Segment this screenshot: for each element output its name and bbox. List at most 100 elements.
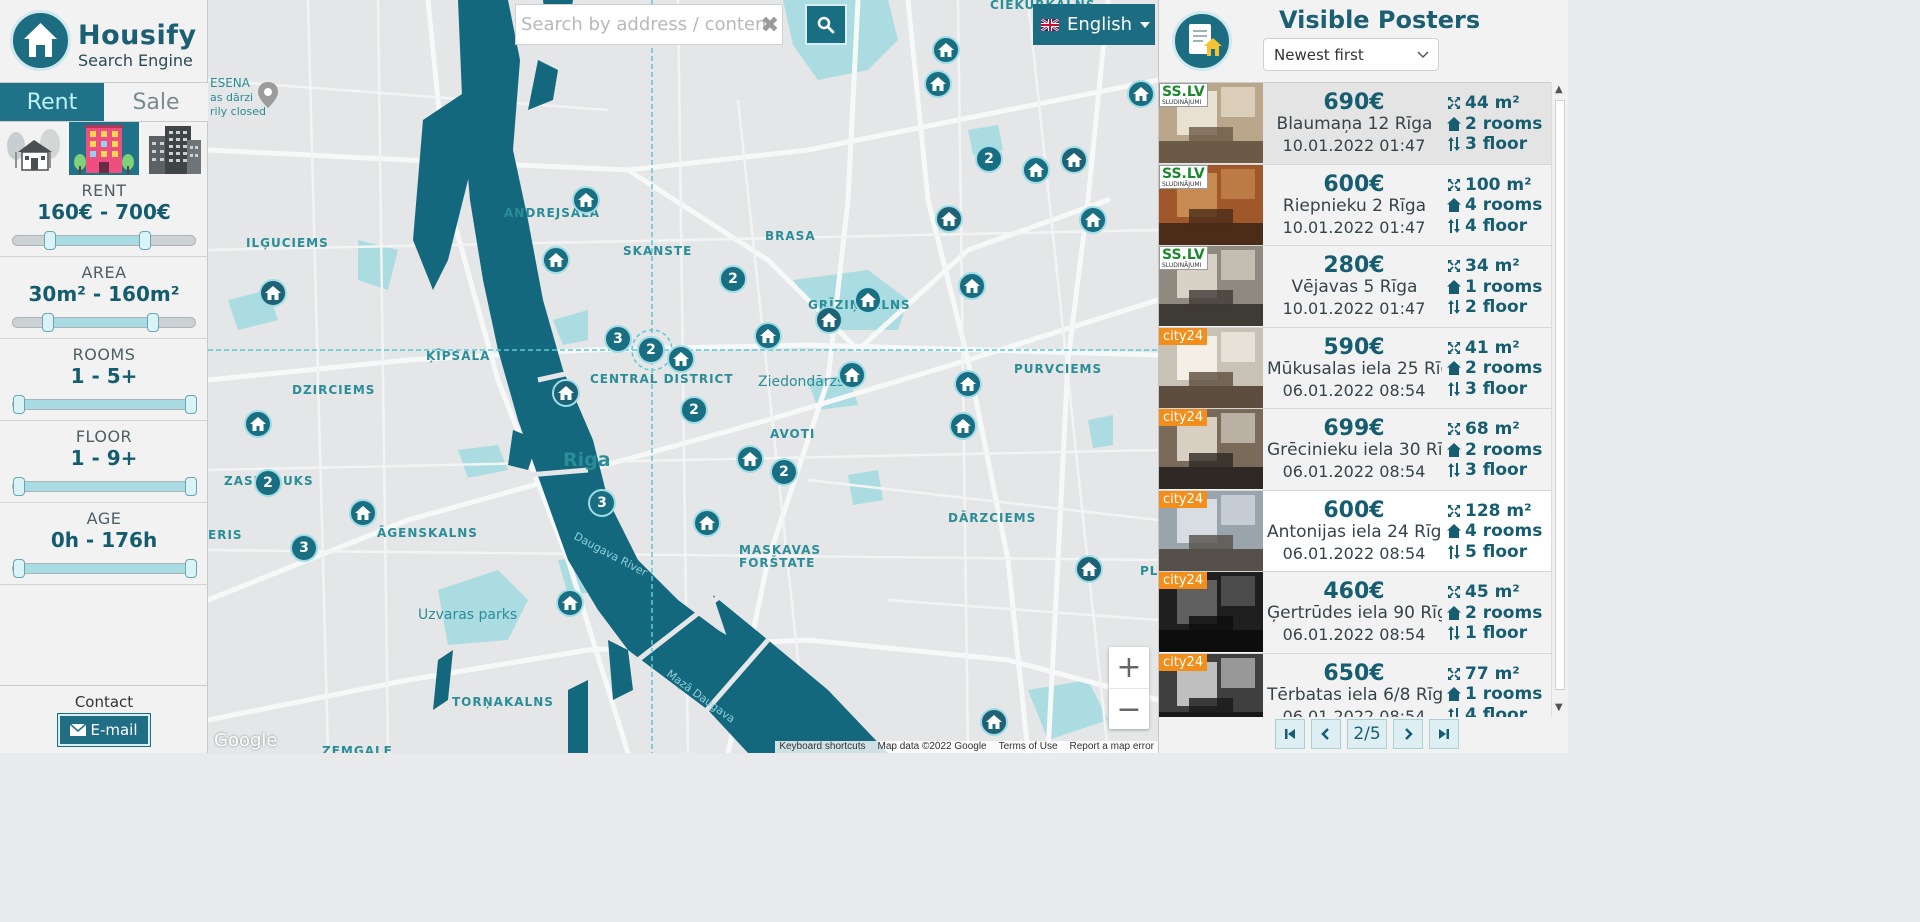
house-logo-icon[interactable] [10, 10, 71, 71]
sort-dropdown[interactable]: Newest first [1263, 38, 1439, 71]
poster-list-scrollbar[interactable]: ▲ ▼ [1551, 82, 1568, 717]
poster-photo[interactable]: city24 [1159, 572, 1263, 652]
tab-rent[interactable]: Rent [0, 83, 104, 121]
report-map-error-link[interactable]: Report a map error [1070, 741, 1154, 753]
search-input[interactable] [516, 5, 766, 44]
rent-range-slider[interactable] [12, 231, 196, 250]
poster-list-item[interactable]: city24 590€ Mūkusalas iela 25 Rīga 06.01… [1159, 327, 1551, 409]
slider-min-handle[interactable] [13, 559, 25, 578]
google-logo[interactable]: Google [214, 730, 277, 751]
age-range-slider[interactable] [12, 559, 197, 578]
poster-address: Blaumaņa 12 Rīga [1276, 114, 1433, 134]
zoom-out-button[interactable]: − [1109, 688, 1149, 729]
poster-photo[interactable]: SS.LV SLUDINĀJUMI [1159, 83, 1263, 163]
rooms-range-slider[interactable] [12, 395, 197, 414]
first-page-button[interactable] [1275, 719, 1305, 749]
listing-marker-house-icon[interactable] [980, 708, 1008, 736]
listing-marker-house-icon[interactable] [954, 370, 982, 398]
tab-sale[interactable]: Sale [104, 83, 208, 121]
listing-marker-house-icon[interactable] [244, 410, 272, 438]
slider-max-handle[interactable] [147, 313, 160, 332]
area-range-slider[interactable] [12, 313, 196, 332]
property-type-office[interactable] [139, 122, 208, 175]
map-view[interactable]: ANDREJSALA SKANSTE BRASA ILĢUCIEMS GRĪZI… [208, 0, 1158, 753]
property-type-house[interactable] [0, 122, 69, 175]
listing-marker-house-icon[interactable] [259, 279, 287, 307]
poster-rooms-value: 4 rooms [1465, 521, 1543, 542]
filter-age-label: AGE [86, 509, 122, 528]
property-type-apartment[interactable] [69, 122, 139, 175]
clear-search-icon[interactable]: ✖ [758, 5, 782, 45]
listing-marker-house-icon[interactable] [552, 379, 580, 407]
poster-price: 600€ [1323, 171, 1385, 197]
zoom-in-button[interactable]: + [1109, 647, 1149, 688]
slider-max-handle[interactable] [185, 559, 197, 578]
listing-marker-house-icon[interactable] [1079, 206, 1107, 234]
listing-marker-house-icon[interactable] [572, 186, 600, 214]
poster-photo[interactable]: SS.LV SLUDINĀJUMI [1159, 246, 1263, 326]
listing-marker-house-icon[interactable] [693, 509, 721, 537]
listing-marker-house-icon[interactable] [949, 412, 977, 440]
listing-cluster-marker[interactable]: 2 [770, 458, 798, 486]
slider-min-handle[interactable] [13, 477, 25, 496]
listing-cluster-marker[interactable]: 3 [604, 325, 632, 353]
email-button[interactable]: E-mail [57, 713, 151, 747]
last-page-button[interactable] [1429, 719, 1459, 749]
next-page-button[interactable] [1393, 719, 1423, 749]
listing-cluster-marker[interactable]: 2 [719, 265, 747, 293]
slider-min-handle[interactable] [43, 231, 56, 250]
poster-specs: 100 m² 4 rooms 4 floor [1447, 175, 1551, 237]
scroll-down-icon[interactable]: ▼ [1555, 702, 1563, 713]
poster-list-item[interactable]: city24 650€ Tērbatas iela 6/8 Rīga 06.01… [1159, 653, 1551, 717]
listing-cluster-marker[interactable]: 2 [637, 336, 665, 364]
poster-list-item[interactable]: SS.LV SLUDINĀJUMI 280€ Vējavas 5 Rīga 10.… [1159, 246, 1551, 328]
poster-list-item[interactable]: SS.LV SLUDINĀJUMI 690€ Blaumaņa 12 Rīga 1… [1159, 83, 1551, 165]
listing-marker-house-icon[interactable] [1060, 146, 1088, 174]
poster-photo[interactable]: city24 [1159, 327, 1263, 408]
listing-marker-house-icon[interactable] [736, 445, 764, 473]
poster-photo[interactable]: city24 [1159, 409, 1263, 489]
listing-cluster-marker[interactable]: 2 [975, 145, 1003, 173]
prev-page-button[interactable] [1311, 719, 1341, 749]
slider-min-handle[interactable] [13, 395, 25, 414]
language-dropdown[interactable]: English [1033, 4, 1155, 45]
listing-marker-house-icon[interactable] [542, 246, 570, 274]
slider-max-handle[interactable] [185, 477, 197, 496]
listing-marker-house-icon[interactable] [924, 70, 952, 98]
listing-marker-house-icon[interactable] [958, 272, 986, 300]
listing-marker-house-icon[interactable] [1022, 156, 1050, 184]
map-pin-icon[interactable] [258, 82, 278, 108]
poster-list-item[interactable]: SS.LV SLUDINĀJUMI 600€ Riepnieku 2 Rīga 1… [1159, 164, 1551, 246]
listing-marker-house-icon[interactable] [838, 361, 866, 389]
listing-cluster-marker[interactable]: 2 [680, 396, 708, 424]
listing-marker-house-icon[interactable] [815, 306, 843, 334]
floor-range-slider[interactable] [12, 477, 197, 496]
listing-marker-house-icon[interactable] [1127, 80, 1155, 108]
listing-marker-house-icon[interactable] [932, 36, 960, 64]
listing-cluster-marker[interactable]: 3 [588, 489, 616, 517]
listing-marker-house-icon[interactable] [349, 499, 377, 527]
poster-list-item[interactable]: city24 600€ Antonijas iela 24 Rīga 06.01… [1159, 490, 1551, 572]
scroll-up-icon[interactable]: ▲ [1555, 84, 1563, 95]
listing-marker-house-icon[interactable] [1075, 555, 1103, 583]
listing-cluster-marker[interactable]: 2 [254, 469, 282, 497]
poster-photo[interactable]: SS.LV SLUDINĀJUMI [1159, 164, 1263, 245]
poster-list-item[interactable]: city24 699€ Grēcinieku iela 30 Rīga 06.0… [1159, 409, 1551, 491]
slider-max-handle[interactable] [138, 231, 151, 250]
listing-marker-house-icon[interactable] [935, 205, 963, 233]
poster-photo[interactable]: city24 [1159, 490, 1263, 571]
listing-marker-house-icon[interactable] [754, 322, 782, 350]
poster-photo[interactable]: city24 [1159, 653, 1263, 717]
listing-marker-house-icon[interactable] [556, 589, 584, 617]
slider-max-handle[interactable] [185, 395, 197, 414]
listing-marker-house-icon[interactable] [854, 286, 882, 314]
home-icon [1447, 524, 1461, 539]
listing-marker-house-icon[interactable] [667, 345, 695, 373]
listing-cluster-marker[interactable]: 3 [290, 534, 318, 562]
poster-list-item[interactable]: city24 460€ Ģertrūdes iela 90 Rīga 06.01… [1159, 572, 1551, 654]
slider-min-handle[interactable] [42, 313, 55, 332]
keyboard-shortcuts-link[interactable]: Keyboard shortcuts [779, 741, 865, 753]
terms-of-use-link[interactable]: Terms of Use [999, 741, 1058, 753]
search-button[interactable] [805, 4, 847, 45]
scrollbar-thumb[interactable] [1555, 100, 1565, 690]
